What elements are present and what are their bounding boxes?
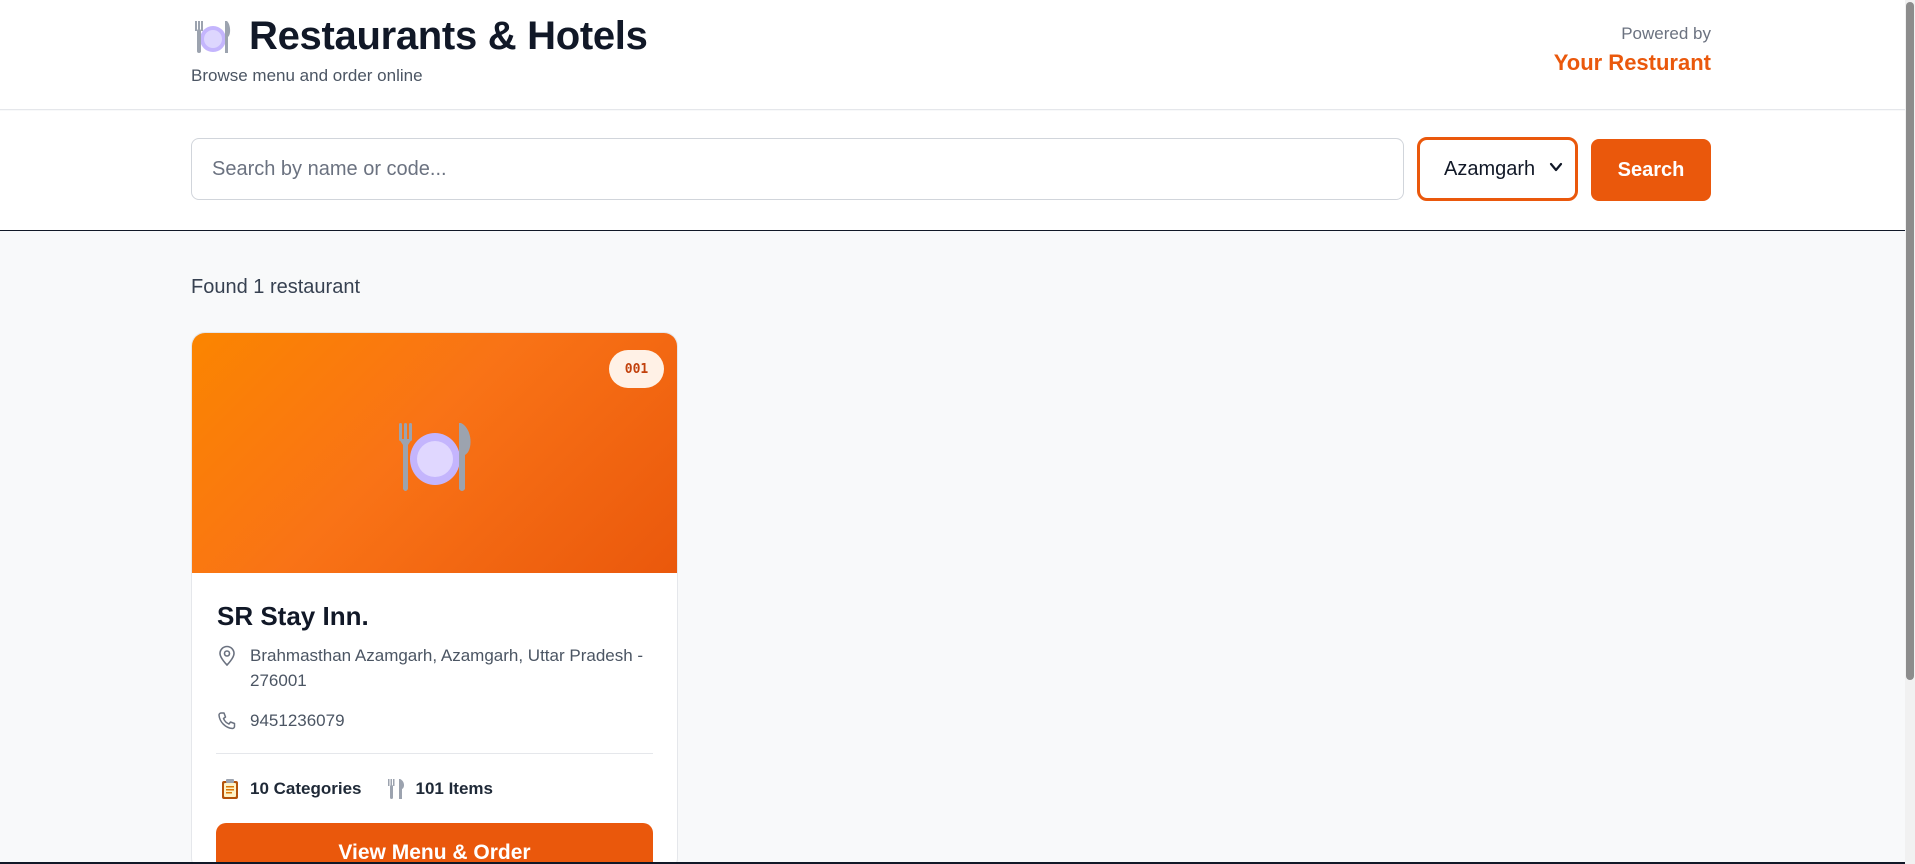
powered-by-label: Powered by [1621, 24, 1711, 43]
fork-knife-icon [387, 779, 404, 799]
phone-icon [218, 712, 236, 730]
items-count: 101 Items [415, 779, 494, 798]
restaurant-phone: 9451236079 [216, 708, 345, 733]
search-bar: Azamgarh Search [0, 111, 1905, 231]
restaurant-address-line1: Brahmasthan Azamgarh, Azamgarh, Uttar Pr… [250, 646, 644, 665]
restaurant-address: Brahmasthan Azamgarh, Azamgarh, Uttar Pr… [216, 643, 643, 693]
restaurant-address-line2: 276001 [250, 671, 307, 690]
page-title: Restaurants & Hotels [249, 14, 648, 58]
items-stat: 101 Items [386, 778, 494, 800]
city-select-value: Azamgarh [1444, 157, 1536, 180]
card-divider [216, 753, 653, 754]
restaurant-phone-number[interactable]: 9451236079 [250, 708, 345, 733]
restaurant-stats: 10 Categories 101 Items [220, 778, 493, 800]
plate-fork-knife-icon [399, 423, 471, 491]
app-header: Restaurants & Hotels Browse menu and ord… [0, 0, 1905, 110]
city-select[interactable]: Azamgarh [1417, 137, 1578, 201]
brand: Restaurants & Hotels [191, 14, 648, 59]
restaurant-card-hero: 001 [192, 333, 677, 573]
results-count: Found 1 restaurant [191, 276, 360, 298]
plate-fork-knife-icon [195, 20, 231, 53]
view-menu-order-button[interactable]: View Menu & Order [216, 823, 653, 864]
search-button[interactable]: Search [1591, 139, 1711, 201]
chevron-down-icon [1549, 162, 1563, 172]
page-subtitle: Browse menu and order online [191, 66, 423, 85]
powered-by: Powered by Your Resturant [1554, 24, 1711, 76]
page-scrollbar[interactable] [1905, 0, 1915, 864]
categories-count: 10 Categories [250, 779, 362, 798]
restaurant-name: SR Stay Inn. [217, 601, 369, 631]
restaurant-code-badge: 001 [609, 350, 664, 388]
categories-stat: 10 Categories [220, 778, 362, 800]
clipboard-icon [222, 779, 238, 799]
search-input[interactable] [191, 138, 1404, 200]
map-pin-icon [219, 645, 235, 667]
powered-by-name[interactable]: Your Resturant [1554, 50, 1711, 76]
scrollbar-thumb[interactable] [1906, 2, 1914, 680]
